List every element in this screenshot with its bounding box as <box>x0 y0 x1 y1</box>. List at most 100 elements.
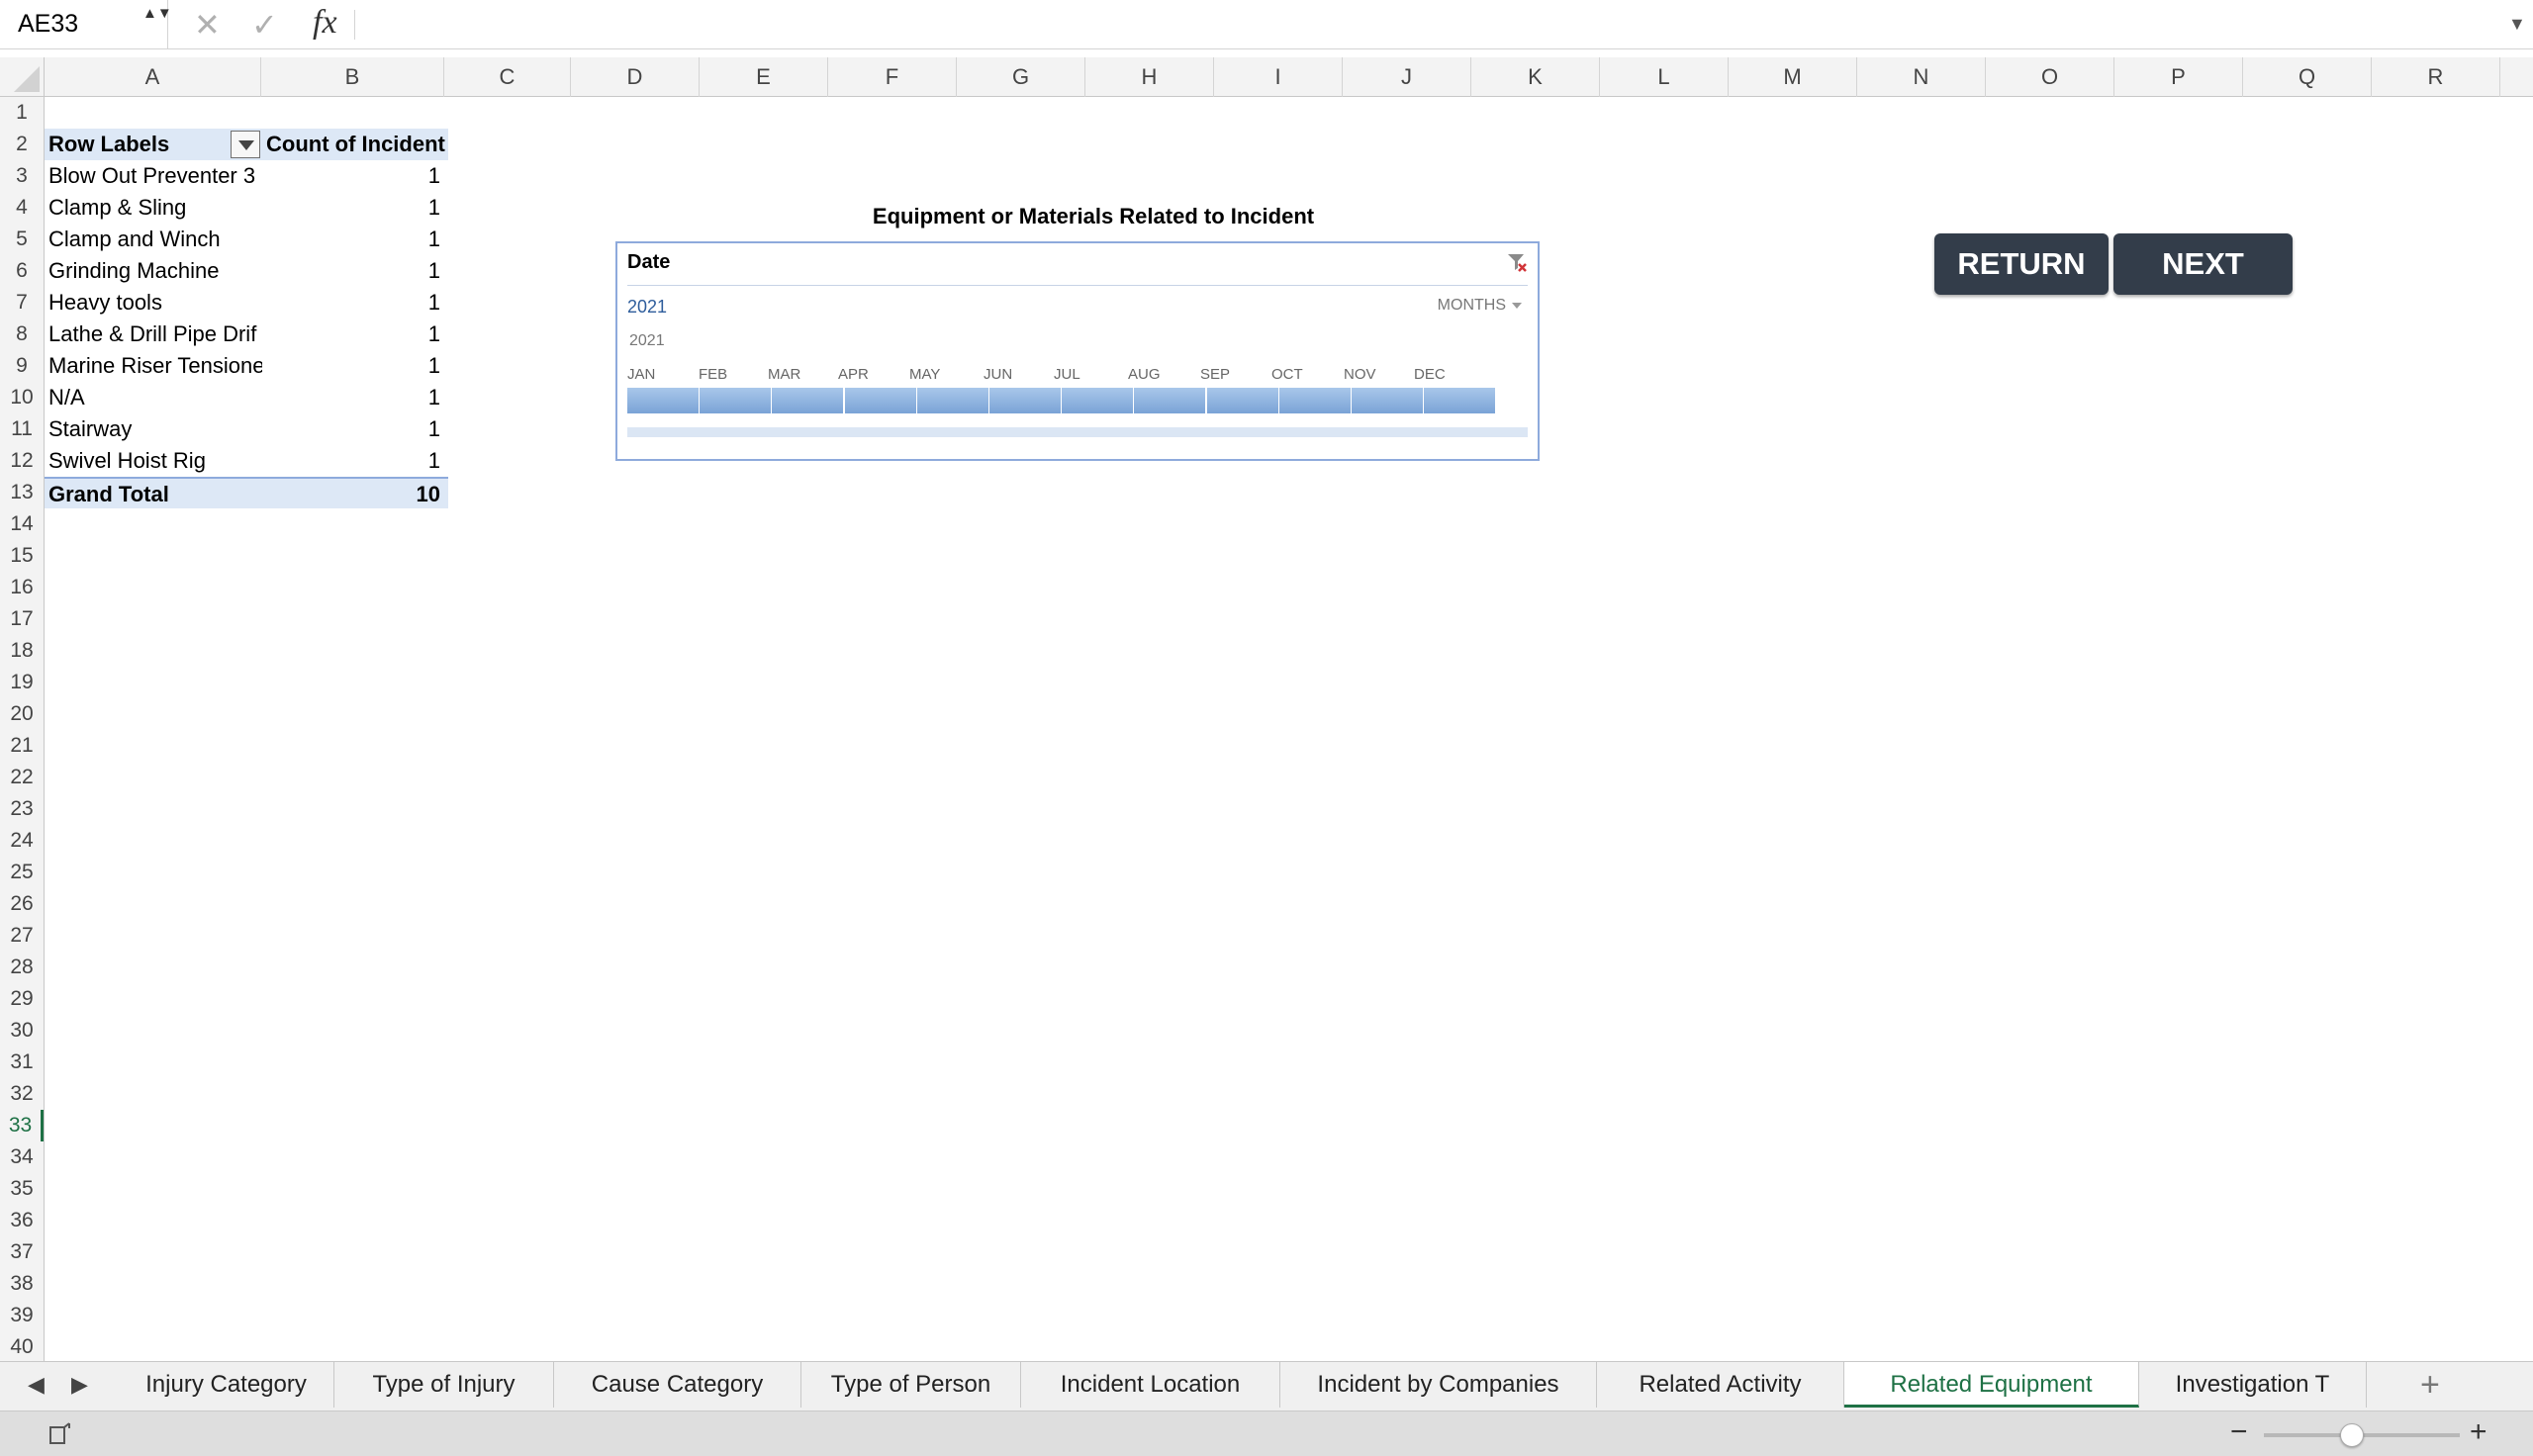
timeline-month-segment[interactable] <box>1352 388 1424 413</box>
cell-area[interactable]: Row Labels Count of Incident Blow Out Prev… <box>45 97 2533 1361</box>
add-sheet-button[interactable]: + <box>2420 1366 2440 1405</box>
row-header[interactable]: 10 <box>0 382 44 413</box>
timeline-month-segment[interactable] <box>1134 388 1207 413</box>
column-header[interactable]: Q <box>2243 57 2372 97</box>
column-header[interactable]: C <box>444 57 571 97</box>
next-button[interactable]: NEXT <box>2113 233 2293 295</box>
column-header[interactable]: E <box>700 57 828 97</box>
row-header[interactable]: 14 <box>0 508 44 540</box>
zoom-in-button[interactable]: + <box>2470 1415 2487 1449</box>
row-header[interactable]: 34 <box>0 1141 44 1173</box>
timeline-month-segment[interactable] <box>1206 388 1279 413</box>
pivot-row[interactable]: Stairway 1 <box>45 413 448 445</box>
row-header[interactable]: 28 <box>0 952 44 983</box>
row-header[interactable]: 12 <box>0 445 44 477</box>
cancel-icon[interactable]: ✕ <box>194 6 221 44</box>
row-header[interactable]: 4 <box>0 192 44 224</box>
row-header[interactable]: 25 <box>0 857 44 888</box>
column-header[interactable]: D <box>571 57 700 97</box>
row-header[interactable]: 35 <box>0 1173 44 1205</box>
row-header[interactable]: 9 <box>0 350 44 382</box>
sheet-tab[interactable]: Type of Person <box>801 1362 1021 1408</box>
pivot-row[interactable]: Clamp & Sling 1 <box>45 192 448 224</box>
pivot-grand-total-row[interactable]: Grand Total 10 <box>45 477 448 508</box>
row-header[interactable]: 27 <box>0 920 44 952</box>
insert-function-icon[interactable]: fx <box>313 4 337 42</box>
column-header[interactable]: O <box>1986 57 2114 97</box>
sheet-tab[interactable]: Investigation T <box>2139 1362 2367 1408</box>
pivot-row[interactable]: Marine Riser Tensione 1 <box>45 350 448 382</box>
column-header[interactable]: F <box>828 57 957 97</box>
timeline-slicer[interactable]: Date 2021 MONTHS 2021 JAN FEB MAR APR MAY JUN… <box>615 241 1540 461</box>
row-header[interactable]: 3 <box>0 160 44 192</box>
pivot-header-row[interactable]: Row Labels Count of Incident <box>45 129 448 160</box>
column-header[interactable]: H <box>1085 57 1214 97</box>
row-header[interactable]: 13 <box>0 477 44 508</box>
column-header[interactable]: A <box>45 57 261 97</box>
row-header[interactable]: 7 <box>0 287 44 318</box>
sheet-tab[interactable]: Incident Location <box>1021 1362 1280 1408</box>
row-header[interactable]: 26 <box>0 888 44 920</box>
name-box[interactable]: AE33 ▲▼ <box>0 0 172 49</box>
next-sheet-icon[interactable]: ▶ <box>71 1372 88 1398</box>
sheet-tab[interactable]: Related Activity <box>1597 1362 1844 1408</box>
timeline-month-segment[interactable] <box>1278 388 1352 413</box>
timeline-month-segment[interactable] <box>844 388 917 413</box>
row-header[interactable]: 30 <box>0 1015 44 1046</box>
row-header[interactable]: 18 <box>0 635 44 667</box>
timeline-month-segment[interactable] <box>1424 388 1497 413</box>
row-header[interactable]: 20 <box>0 698 44 730</box>
timeline-month-segment[interactable] <box>916 388 989 413</box>
record-macro-icon[interactable] <box>47 1421 73 1447</box>
row-header[interactable]: 21 <box>0 730 44 762</box>
row-header[interactable]: 29 <box>0 983 44 1015</box>
row-header[interactable]: 17 <box>0 603 44 635</box>
row-header[interactable]: 5 <box>0 224 44 255</box>
sheet-tab[interactable]: Incident by Companies <box>1280 1362 1597 1408</box>
return-button[interactable]: RETURN <box>1934 233 2109 295</box>
expand-formula-bar-icon[interactable]: ▼ <box>2508 14 2526 35</box>
column-header[interactable]: L <box>1600 57 1729 97</box>
timeline-month-segment[interactable] <box>1062 388 1135 413</box>
sheet-tab[interactable]: Injury Category <box>119 1362 334 1408</box>
timeline-month-segment[interactable] <box>772 388 845 413</box>
row-header[interactable]: 32 <box>0 1078 44 1110</box>
row-header[interactable]: 24 <box>0 825 44 857</box>
timeline-scrollbar[interactable] <box>627 427 1528 437</box>
sheet-tab[interactable]: Related Equipment <box>1844 1362 2139 1408</box>
sheet-tab[interactable]: Type of Injury <box>334 1362 554 1408</box>
column-header[interactable]: G <box>957 57 1085 97</box>
formula-input[interactable] <box>366 8 2484 42</box>
row-header[interactable]: 31 <box>0 1046 44 1078</box>
column-header[interactable]: M <box>1729 57 1857 97</box>
timeline-month-bar[interactable] <box>627 388 1497 413</box>
column-header[interactable]: P <box>2114 57 2243 97</box>
pivot-row[interactable]: Grinding Machine 1 <box>45 255 448 287</box>
row-header[interactable]: 1 <box>0 97 44 129</box>
row-header[interactable]: 33 <box>0 1110 44 1141</box>
pivot-row[interactable]: Heavy tools 1 <box>45 287 448 318</box>
row-header[interactable]: 38 <box>0 1268 44 1300</box>
pivot-table[interactable]: Row Labels Count of Incident Blow Out Prev… <box>45 129 448 508</box>
timeline-month-segment[interactable] <box>627 388 700 413</box>
timeline-month-segment[interactable] <box>989 388 1062 413</box>
pivot-row[interactable]: N/A 1 <box>45 382 448 413</box>
row-header[interactable]: 16 <box>0 572 44 603</box>
row-header[interactable]: 37 <box>0 1236 44 1268</box>
column-header[interactable]: R <box>2372 57 2500 97</box>
row-header[interactable]: 22 <box>0 762 44 793</box>
row-header[interactable]: 2 <box>0 129 44 160</box>
clear-filter-icon[interactable] <box>1506 251 1528 273</box>
row-header[interactable]: 19 <box>0 667 44 698</box>
pivot-row[interactable]: Clamp and Winch 1 <box>45 224 448 255</box>
cell-reference[interactable]: AE33 <box>18 10 78 39</box>
row-header[interactable]: 15 <box>0 540 44 572</box>
row-header[interactable]: 39 <box>0 1300 44 1331</box>
zoom-slider-thumb[interactable] <box>2340 1423 2365 1447</box>
pivot-row[interactable]: Lathe & Drill Pipe Drif 1 <box>45 318 448 350</box>
row-header[interactable]: 8 <box>0 318 44 350</box>
time-level-dropdown[interactable]: MONTHS <box>1438 297 1522 315</box>
sheet-tab[interactable]: Cause Category <box>554 1362 801 1408</box>
pivot-row[interactable]: Swivel Hoist Rig 1 <box>45 445 448 477</box>
column-header[interactable]: B <box>261 57 444 97</box>
